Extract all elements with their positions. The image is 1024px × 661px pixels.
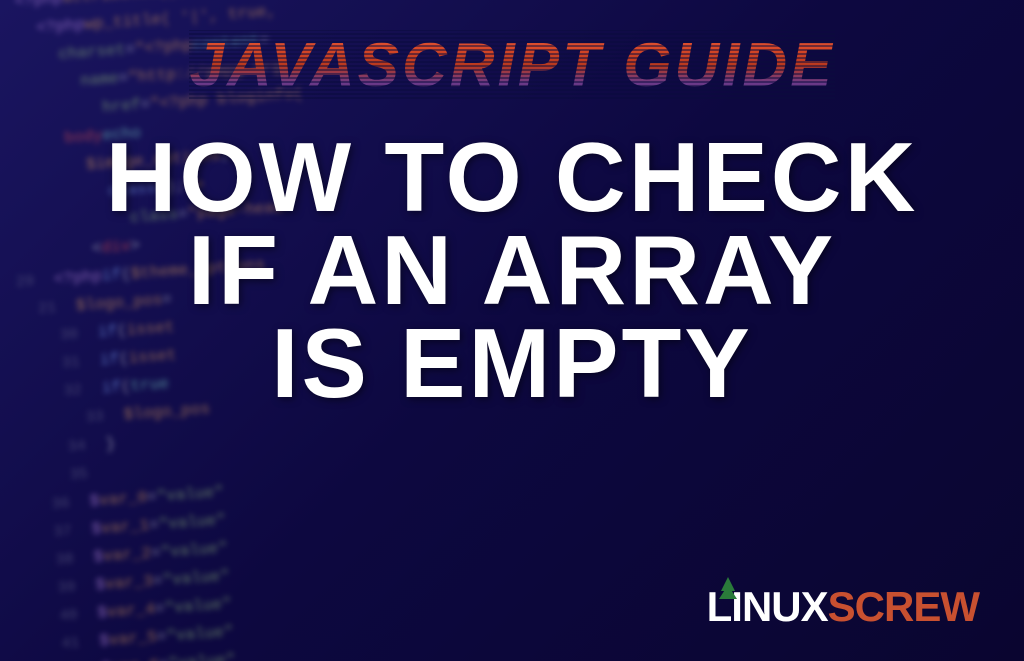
subtitle-container: JAVASCRIPT GUIDE — [189, 30, 834, 101]
title-line-3: IS EMPTY — [106, 317, 919, 410]
tree-icon — [721, 577, 735, 591]
logo: LINUX SCREW — [707, 583, 979, 631]
subtitle-text: JAVASCRIPT GUIDE — [189, 31, 834, 100]
logo-part-2: SCREW — [828, 583, 979, 631]
logo-part-1: LINUX — [707, 583, 828, 631]
main-title: HOW TO CHECK IF AN ARRAY IS EMPTY — [106, 131, 919, 410]
title-line-2: IF AN ARRAY — [106, 224, 919, 317]
title-line-1: HOW TO CHECK — [106, 131, 919, 224]
content-layer: JAVASCRIPT GUIDE HOW TO CHECK IF AN ARRA… — [0, 0, 1024, 661]
